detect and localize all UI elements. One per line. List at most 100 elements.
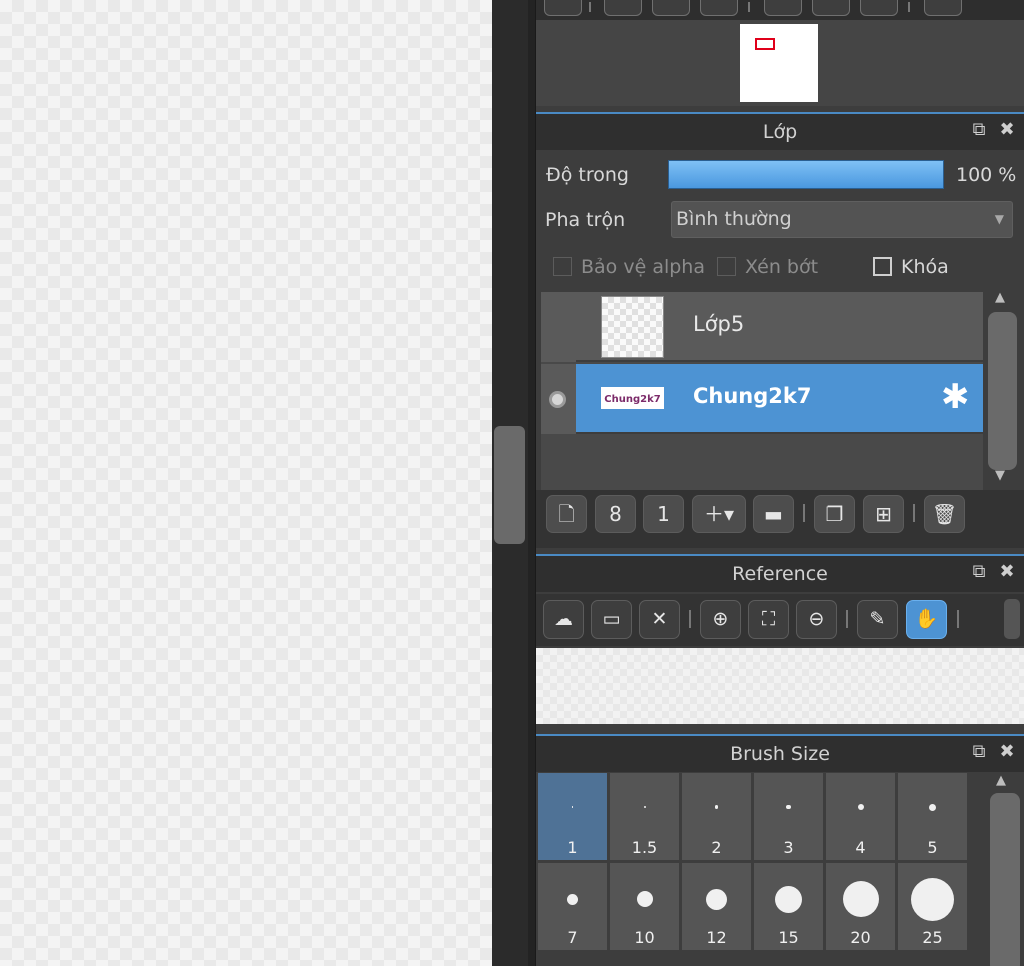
- brush-grid-scrollbar[interactable]: ▲: [986, 773, 1024, 966]
- brush-size-cell[interactable]: 3: [754, 773, 823, 860]
- merge-layer-icon[interactable]: ⊞: [863, 495, 904, 533]
- gear-icon[interactable]: ✱: [941, 380, 970, 414]
- trash-icon[interactable]: 🗑: [924, 495, 965, 533]
- undock-icon[interactable]: ⧉: [968, 119, 990, 141]
- fit-screen-icon[interactable]: ⛶: [748, 600, 789, 639]
- layer-panel-title: Lớp: [762, 121, 798, 143]
- rotate-right-icon[interactable]: [860, 0, 898, 16]
- scroll-down-icon[interactable]: ▼: [995, 468, 1005, 483]
- brush-size-label: 1.5: [631, 838, 658, 857]
- brush-size-cell[interactable]: 15: [754, 863, 823, 950]
- panel-splitter[interactable]: [528, 0, 536, 966]
- zoom-out-icon[interactable]: ⊖: [796, 600, 837, 639]
- reference-toolbar-scroll[interactable]: [1004, 599, 1020, 639]
- lock-label: Khóa: [901, 256, 949, 278]
- clipping-label: Xén bớt: [745, 256, 819, 278]
- zoom-out-icon[interactable]: [604, 0, 642, 16]
- blend-mode-select[interactable]: Bình thường ▼: [671, 201, 1013, 238]
- opacity-label: Độ trong: [546, 164, 629, 186]
- scroll-up-icon[interactable]: ▲: [996, 773, 1006, 788]
- layer-visibility-toggle[interactable]: [541, 364, 576, 434]
- clipping-checkbox[interactable]: [717, 257, 736, 276]
- cloud-upload-icon[interactable]: ☁: [543, 600, 584, 639]
- brush-dot-icon: [643, 806, 646, 808]
- lock-checkbox[interactable]: [873, 257, 892, 276]
- zoom-in-icon[interactable]: ⊕: [700, 600, 741, 639]
- layer-thumbnail: Chung2k7: [601, 387, 664, 409]
- layer-row-selected[interactable]: Chung2k7 Chung2k7 ✱: [541, 364, 983, 434]
- layer-panel-body: Độ trong 100 % Pha trộn Bình thường ▼ Bả…: [536, 150, 1024, 550]
- brush-size-label: 1: [567, 838, 578, 857]
- new-8bit-layer-icon[interactable]: 8: [595, 495, 636, 533]
- toolbar-separator: [908, 2, 910, 12]
- brush-dot-icon: [567, 893, 578, 905]
- toolbar-separator: [846, 610, 848, 628]
- reference-panel-title: Reference: [732, 563, 828, 585]
- brush-size-label: 3: [783, 838, 794, 857]
- blend-label: Pha trộn: [545, 209, 626, 231]
- brush-size-label: 12: [706, 928, 727, 947]
- close-icon[interactable]: ✕: [639, 600, 680, 639]
- toolbar-separator: [957, 610, 959, 628]
- undock-icon[interactable]: ⧉: [968, 561, 990, 583]
- navigator-preview[interactable]: [536, 20, 1024, 106]
- zoom-in-icon[interactable]: [544, 0, 582, 16]
- toolbar-separator: [589, 2, 591, 12]
- eyedropper-icon[interactable]: ✎: [857, 600, 898, 639]
- brush-size-label: 2: [711, 838, 722, 857]
- hand-icon[interactable]: ✋: [906, 600, 947, 639]
- brush-size-cell[interactable]: 4: [826, 773, 895, 860]
- protect-alpha-checkbox[interactable]: [553, 257, 572, 276]
- navigator-viewport-rect[interactable]: [755, 38, 775, 50]
- close-icon[interactable]: ✖: [996, 561, 1018, 583]
- open-folder-icon[interactable]: ▭: [591, 600, 632, 639]
- toolbar-separator: [913, 504, 915, 522]
- layer-row[interactable]: Lớp5: [541, 292, 983, 362]
- folder-icon[interactable]: ▬: [753, 495, 794, 533]
- brush-dot-icon: [706, 888, 727, 910]
- brush-grid-scroll-thumb[interactable]: [990, 793, 1020, 966]
- brush-size-cell[interactable]: 7: [538, 863, 607, 950]
- brush-size-cell[interactable]: 1: [538, 773, 607, 860]
- reference-panel-header: Reference ⧉ ✖: [536, 554, 1024, 592]
- duplicate-layer-icon[interactable]: ❐: [814, 495, 855, 533]
- flip-horizontal-icon[interactable]: [812, 0, 850, 16]
- brush-size-label: 25: [922, 928, 943, 947]
- toolbar-separator: [803, 504, 805, 522]
- drawing-canvas[interactable]: [0, 0, 492, 966]
- brush-size-cell[interactable]: 5: [898, 773, 967, 860]
- brush-size-cell[interactable]: 12: [682, 863, 751, 950]
- layer-list-scrollbar[interactable]: ▲ ▼: [986, 290, 1019, 490]
- layer-list: Lớp5 Chung2k7 Chung2k7 ✱: [541, 292, 983, 490]
- add-layer-dropdown-icon[interactable]: ＋▾: [692, 495, 746, 533]
- reference-image-area[interactable]: [536, 648, 1024, 724]
- brush-dot-icon: [571, 806, 574, 808]
- layer-list-scroll-thumb[interactable]: [988, 312, 1017, 470]
- brush-size-label: 10: [634, 928, 655, 947]
- new-layer-icon[interactable]: 🗋: [546, 495, 587, 533]
- brush-size-cell[interactable]: 2: [682, 773, 751, 860]
- undock-icon[interactable]: ⧉: [968, 741, 990, 763]
- brush-size-cell[interactable]: 1.5: [610, 773, 679, 860]
- close-icon[interactable]: ✖: [996, 119, 1018, 141]
- brush-size-panel-header: Brush Size ⧉ ✖: [536, 734, 1024, 772]
- brush-dot-icon: [911, 877, 954, 921]
- toolbar-separator: [689, 610, 691, 628]
- brush-size-cell[interactable]: 20: [826, 863, 895, 950]
- brush-dot-icon: [714, 805, 719, 809]
- canvas-scroll-thumb[interactable]: [494, 426, 525, 544]
- rotate-left-icon[interactable]: [764, 0, 802, 16]
- brush-dot-icon: [929, 803, 936, 811]
- opacity-slider[interactable]: [668, 160, 944, 189]
- fit-screen-icon[interactable]: [652, 0, 690, 16]
- zoom-actual-icon[interactable]: [700, 0, 738, 16]
- close-icon[interactable]: ✖: [996, 741, 1018, 763]
- navigator-options-icon[interactable]: [924, 0, 962, 16]
- layer-toolbar: 🗋 8 1 ＋▾ ▬ ❐ ⊞ 🗑: [536, 490, 1024, 548]
- brush-size-label: 20: [850, 928, 871, 947]
- brush-size-cell[interactable]: 10: [610, 863, 679, 950]
- scroll-up-icon[interactable]: ▲: [995, 290, 1005, 305]
- brush-size-cell[interactable]: 25: [898, 863, 967, 950]
- new-1bit-layer-icon[interactable]: 1: [643, 495, 684, 533]
- layer-visibility-toggle[interactable]: [541, 292, 576, 362]
